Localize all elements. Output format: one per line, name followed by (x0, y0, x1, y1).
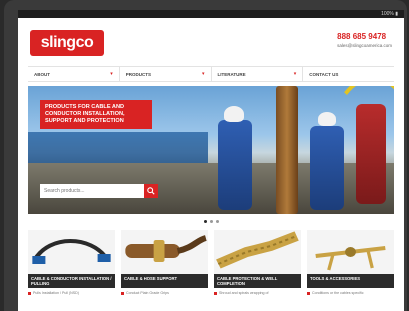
hardhat-image (224, 106, 244, 122)
category-tile-tools[interactable]: TOOLS & ACCESSORIES Conditions or the ca… (307, 230, 394, 295)
product-search (40, 184, 158, 198)
carousel-dot[interactable] (215, 219, 219, 223)
tile-description: Pulls Installation / Pull (NSD) (28, 291, 115, 295)
search-icon (147, 187, 155, 195)
hero-banner: PRODUCTS FOR CABLE AND CONDUCTOR INSTALL… (40, 100, 152, 129)
chevron-down-icon: ▾ (110, 71, 113, 77)
carousel-dot[interactable] (209, 219, 213, 223)
cable-grip-image (32, 239, 111, 264)
category-tile-installation[interactable]: CABLE & CONDUCTOR INSTALLATION / PULLING… (28, 230, 115, 295)
nav-item-products[interactable]: PRODUCTS ▾ (120, 67, 212, 81)
chevron-down-icon: ▾ (201, 71, 205, 77)
tile-caption: TOOLS & ACCESSORIES (307, 274, 394, 288)
tile-desc-text: Shroud and spirals wrapping of (219, 291, 269, 295)
carousel-dots (18, 218, 404, 224)
logo-text: slingco (40, 34, 94, 51)
search-button[interactable] (144, 184, 158, 198)
tile-caption: CABLE PROTECTION & WELL COMPLETION (214, 274, 301, 288)
nav-item-label: ABOUT (34, 71, 50, 77)
search-input[interactable] (40, 184, 144, 198)
bullet-icon (121, 291, 124, 295)
tile-image (121, 230, 208, 274)
tile-desc-text: Conditions or the cables specific (312, 291, 364, 295)
category-tile-support[interactable]: CABLE & HOSE SUPPORT Conduct Plain Grade… (121, 230, 208, 295)
cable-protector-image (216, 231, 299, 269)
carousel-dot[interactable] (203, 219, 207, 223)
category-tile-protection[interactable]: CABLE PROTECTION & WELL COMPLETION Shrou… (214, 230, 301, 295)
nav-item-label: LITERATURE (217, 71, 246, 77)
tool-accessory-image (315, 246, 386, 271)
drill-pipe-image (276, 86, 298, 214)
tile-image (307, 230, 394, 274)
tile-caption-text: CABLE PROTECTION & WELL COMPLETION (217, 276, 278, 286)
tile-caption: CABLE & HOSE SUPPORT (121, 274, 208, 288)
tile-desc-text: Conduct Plain Grade Grips (126, 291, 169, 295)
phone-number[interactable]: 888 685 9478 (337, 32, 392, 41)
browser-screen: 100% ▮ slingco 888 685 9478 sales@slingc… (18, 10, 404, 311)
chevron-down-icon: ▾ (293, 71, 297, 77)
status-bar: 100% ▮ (18, 10, 404, 18)
nav-item-contact[interactable]: CONTACT US (303, 67, 394, 81)
contact-info: 888 685 9478 sales@slingcoamerica.com (337, 32, 392, 48)
site-header: slingco 888 685 9478 sales@slingcoameric… (18, 18, 404, 62)
nav-item-label: CONTACT US (309, 71, 339, 77)
email-address[interactable]: sales@slingcoamerica.com (337, 43, 392, 48)
nav-item-about[interactable]: ABOUT ▾ (28, 67, 120, 81)
tile-description: Conduct Plain Grade Grips (121, 291, 208, 295)
tile-description: Conditions or the cables specific (307, 291, 394, 295)
tile-image (28, 230, 115, 274)
tablet-frame: 100% ▮ slingco 888 685 9478 sales@slingc… (4, 0, 407, 311)
main-nav: ABOUT ▾ PRODUCTS ▾ LITERATURE ▾ CONTACT … (28, 66, 394, 82)
nav-item-literature[interactable]: LITERATURE ▾ (212, 67, 304, 81)
bullet-icon (307, 291, 310, 295)
tile-image (214, 230, 301, 274)
nav-item-label: PRODUCTS (125, 71, 152, 77)
hero-banner-text: PRODUCTS FOR CABLE AND CONDUCTOR INSTALL… (45, 104, 125, 124)
bullet-icon (214, 291, 217, 295)
hero-slider[interactable]: PRODUCTS FOR CABLE AND CONDUCTOR INSTALL… (28, 86, 394, 214)
tile-caption-text: TOOLS & ACCESSORIES (310, 276, 361, 281)
category-tiles: CABLE & CONDUCTOR INSTALLATION / PULLING… (28, 230, 394, 295)
tile-description: Shroud and spirals wrapping of (214, 291, 301, 295)
tile-caption: CABLE & CONDUCTOR INSTALLATION / PULLING (28, 274, 115, 288)
bullet-icon (28, 291, 31, 295)
tile-caption-text: CABLE & HOSE SUPPORT (124, 276, 178, 281)
tile-desc-text: Pulls Installation / Pull (NSD) (33, 291, 79, 295)
slingco-logo[interactable]: slingco (30, 30, 104, 56)
worker-figure (218, 120, 252, 210)
status-text: 100% ▮ (381, 11, 398, 17)
hose-support-image (125, 235, 207, 262)
tile-caption-text: CABLE & CONDUCTOR INSTALLATION / PULLING (31, 276, 112, 286)
